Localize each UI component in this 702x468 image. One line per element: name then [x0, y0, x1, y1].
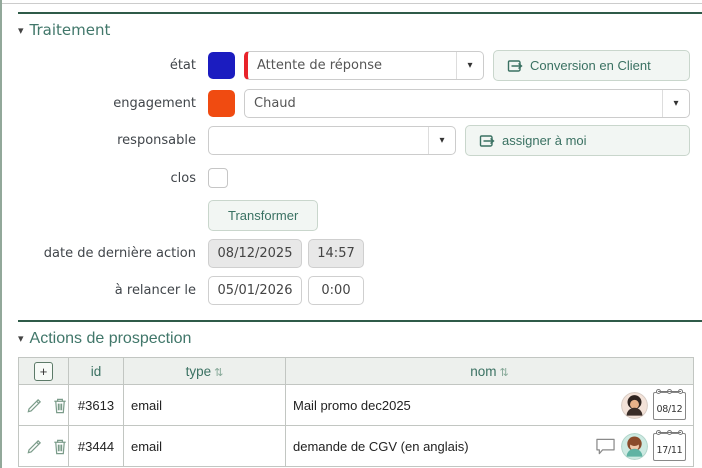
- prospection-section: ▾ Actions de prospection + id type ⇅ nom ⇅: [2, 320, 702, 467]
- etat-select-value: Attente de réponse: [257, 58, 382, 73]
- calendar-date-icon[interactable]: 17/11: [653, 430, 686, 461]
- relance-date-field[interactable]: [208, 275, 302, 305]
- calendar-rings: [656, 389, 683, 394]
- etat-label: état: [169, 58, 196, 73]
- prospection-section-rule: [18, 320, 702, 322]
- relance-label: à relancer le: [114, 282, 196, 298]
- action-id[interactable]: #3613: [68, 384, 124, 426]
- table-row: #3444 email demande de CGV (en anglais): [18, 425, 694, 467]
- engagement-select[interactable]: Chaud ▾: [244, 88, 690, 118]
- relance-time-field[interactable]: [308, 275, 364, 305]
- comment-bubble-icon[interactable]: [595, 437, 616, 456]
- transform-button-label: Transformer: [228, 208, 299, 223]
- engagement-select-value: Chaud: [254, 95, 296, 111]
- etat-row: état Attente de réponse ▾ Conversion en …: [18, 50, 690, 81]
- delete-trash-icon[interactable]: [52, 438, 68, 455]
- action-date: 08/12: [656, 403, 683, 415]
- collapse-triangle-icon[interactable]: ▾: [18, 25, 24, 36]
- last-action-date-field[interactable]: [208, 238, 302, 268]
- calendar-rings: [656, 430, 683, 435]
- collapse-triangle-icon[interactable]: ▾: [18, 333, 24, 345]
- transform-button[interactable]: Transformer: [208, 200, 319, 231]
- sort-icon[interactable]: ⇅: [500, 367, 509, 379]
- add-action-button[interactable]: +: [34, 361, 53, 381]
- engagement-row: engagement Chaud ▾: [18, 88, 690, 118]
- calendar-date-icon[interactable]: 08/12: [653, 389, 686, 420]
- responsable-label: responsable: [117, 133, 196, 148]
- action-type: email: [123, 425, 286, 467]
- prospection-section-header[interactable]: ▾ Actions de prospection: [18, 330, 702, 348]
- last-action-label: date de dernière action: [43, 245, 196, 261]
- action-type: email: [123, 384, 286, 426]
- traitement-section-rule: [18, 12, 702, 14]
- chevron-down-icon[interactable]: ▾: [662, 89, 689, 117]
- traitement-form: état Attente de réponse ▾ Conversion en …: [2, 48, 702, 305]
- assign-to-me-label: assigner à moi: [502, 133, 587, 148]
- prospection-section-title: Actions de prospection: [29, 330, 192, 347]
- avatar[interactable]: [621, 432, 648, 460]
- crm-panel: ▾ Traitement état Attente de réponse ▾ C…: [0, 0, 702, 468]
- action-date: 17/11: [656, 444, 683, 456]
- chevron-down-icon[interactable]: ▾: [428, 127, 455, 154]
- sort-icon[interactable]: ⇅: [214, 367, 223, 379]
- etat-select[interactable]: Attente de réponse ▾: [244, 51, 484, 80]
- column-header-nom[interactable]: nom ⇅: [285, 357, 694, 385]
- etat-color-swatch: [208, 52, 235, 79]
- last-action-time-field[interactable]: [308, 238, 364, 268]
- conversion-client-label: Conversion en Client: [530, 58, 651, 73]
- chevron-down-icon[interactable]: ▾: [456, 52, 483, 79]
- clos-label: clos: [170, 170, 197, 186]
- action-name[interactable]: demande de CGV (en anglais): [293, 439, 590, 454]
- assign-to-me-button[interactable]: assigner à moi: [465, 125, 690, 156]
- engagement-color-swatch: [208, 89, 235, 117]
- traitement-section-title: Traitement: [29, 21, 111, 39]
- table-header-row: + id type ⇅ nom ⇅: [18, 357, 694, 385]
- last-action-row: date de dernière action: [18, 238, 690, 268]
- responsable-select[interactable]: ▾: [208, 126, 456, 155]
- engagement-label: engagement: [113, 95, 196, 111]
- edit-pencil-icon[interactable]: [26, 397, 43, 414]
- top-divider: [2, 3, 702, 4]
- relance-row: à relancer le: [18, 275, 690, 305]
- column-header-type[interactable]: type ⇅: [123, 357, 286, 385]
- assign-arrow-icon: [479, 133, 495, 149]
- clos-row: clos: [18, 163, 690, 193]
- transform-row: Transformer: [18, 200, 690, 231]
- conversion-client-button[interactable]: Conversion en Client: [493, 50, 690, 81]
- delete-trash-icon[interactable]: [52, 397, 68, 414]
- traitement-section-header[interactable]: ▾ Traitement: [18, 21, 702, 39]
- action-id[interactable]: #3444: [68, 425, 124, 467]
- action-name[interactable]: Mail promo dec2025: [293, 398, 616, 413]
- column-header-id[interactable]: id: [68, 357, 124, 385]
- table-row: #3613 email Mail promo dec2025 08/12: [18, 384, 694, 426]
- edit-pencil-icon[interactable]: [26, 438, 43, 455]
- avatar[interactable]: [621, 391, 648, 419]
- convert-arrow-icon: [507, 58, 523, 74]
- responsable-row: responsable ▾ assigner à moi: [18, 125, 690, 156]
- clos-checkbox[interactable]: [208, 168, 228, 188]
- prospection-table: + id type ⇅ nom ⇅ #3613 email Mail promo…: [18, 357, 694, 467]
